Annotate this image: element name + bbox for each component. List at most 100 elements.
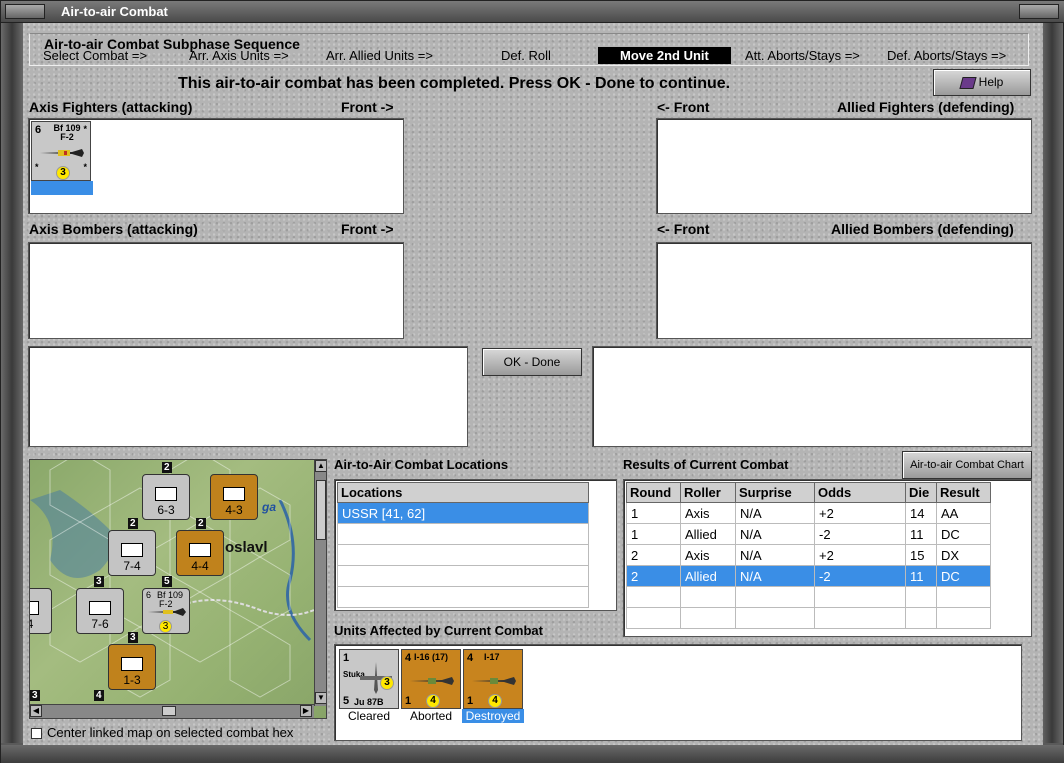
scroll-thumb[interactable] (162, 706, 176, 716)
axis-bombers-label: Axis Bombers (attacking) (29, 221, 198, 237)
axis-fighters-panel[interactable]: 6 Bf 109 F-2 * * 3 * (28, 118, 404, 214)
cell: DX (936, 544, 991, 566)
cell: DC (936, 523, 991, 545)
map-counter[interactable]: 7-6 (76, 588, 124, 634)
fighter-plane-icon (472, 677, 516, 685)
map-counter[interactable]: -4 (30, 588, 52, 634)
cell: AA (936, 502, 991, 524)
col-die: Die (905, 482, 937, 503)
affected-title: Units Affected by Current Combat (334, 623, 543, 638)
cell: 11 (905, 523, 937, 545)
axis-fighter-counter[interactable]: 6 Bf 109 F-2 * * 3 * (31, 121, 91, 181)
affected-unit-counter[interactable]: 1 Stuka 3 5 Ju 87B (339, 649, 399, 709)
locations-panel: Locations USSR [41, 62] (334, 479, 617, 611)
counter-number: 5 (162, 576, 172, 587)
window-control-button[interactable] (1019, 4, 1059, 19)
fighter-plane-icon (40, 149, 84, 157)
map-counter[interactable]: 6-3 (142, 474, 190, 520)
map-vertical-scrollbar[interactable]: ▲ ▼ (314, 460, 326, 706)
affected-status: Cleared (347, 709, 391, 723)
counter-name-block: Bf 109 F-2 (47, 124, 87, 142)
map-air-counter[interactable]: 6 Bf 109 F-2 3 (142, 588, 190, 634)
cell (905, 607, 937, 629)
cell: +2 (814, 502, 906, 524)
results-row-selected[interactable]: 2 Allied N/A -2 11 DC (626, 565, 991, 587)
scroll-thumb[interactable] (316, 480, 326, 540)
cell: N/A (735, 502, 815, 524)
counter-value: 7-6 (91, 617, 109, 631)
cell: N/A (735, 523, 815, 545)
location-row[interactable] (337, 565, 589, 587)
counter-model: Ju 87B (354, 697, 384, 707)
die-badge: 4 (488, 694, 502, 708)
map-counter[interactable]: 7-4 (108, 530, 156, 576)
seq-step-arr-allied: Arr. Allied Units => (326, 48, 433, 63)
center-map-label: Center linked map on selected combat hex (47, 725, 294, 740)
results-panel: Round Roller Surprise Odds Die Result 1A… (623, 479, 1032, 637)
linked-map[interactable]: oslavl ga 6-3 2 4-3 7-4 2 4-4 2 7-6 3 1-… (29, 459, 327, 719)
col-surprise: Surprise (735, 482, 815, 503)
book-icon (959, 76, 977, 89)
scroll-left-icon[interactable]: ◀ (30, 705, 42, 717)
locations-title: Air-to-Air Combat Locations (334, 457, 509, 472)
results-row[interactable] (626, 586, 991, 608)
results-table: Round Roller Surprise Odds Die Result 1A… (626, 482, 991, 629)
scroll-right-icon[interactable]: ▶ (300, 705, 312, 717)
affected-unit-counter[interactable]: 4 I-16 (17) 4 1 (401, 649, 461, 709)
locations-table: Locations USSR [41, 62] (337, 482, 589, 608)
allied-bombers-panel[interactable] (656, 242, 1032, 339)
map-horizontal-scrollbar[interactable]: ◀ ▶ (30, 704, 314, 718)
counter-strength: 6 (35, 124, 42, 136)
window-title: Air-to-air Combat (61, 4, 168, 19)
cell (735, 586, 815, 608)
ok-done-button[interactable]: OK - Done (482, 348, 582, 376)
cell: +2 (814, 544, 906, 566)
help-button[interactable]: Help (933, 69, 1031, 96)
allied-fighters-panel[interactable] (656, 118, 1032, 214)
center-map-checkbox[interactable] (31, 728, 42, 739)
location-row[interactable] (337, 523, 589, 545)
die-badge: 4 (426, 694, 440, 708)
location-row[interactable]: USSR [41, 62] (337, 502, 589, 524)
counter-value: 1-3 (123, 673, 141, 687)
axis-bombers-panel[interactable] (28, 242, 404, 339)
left-frame (1, 23, 23, 743)
title-bar[interactable]: Air-to-air Combat (1, 1, 1064, 23)
counter-strength: 4 (467, 652, 474, 664)
scroll-up-icon[interactable]: ▲ (315, 460, 326, 472)
cell: 11 (905, 565, 937, 587)
star-icon: * (83, 162, 87, 172)
seq-step-def-aborts: Def. Aborts/Stays => (887, 48, 1007, 63)
counter-number: 2 (128, 518, 138, 529)
counter-variant: F-2 (60, 132, 74, 142)
infantry-symbol-icon (121, 657, 143, 671)
affected-unit-counter[interactable]: 4 I-17 4 1 (463, 649, 523, 709)
results-row[interactable]: 1 Axis N/A +2 14 AA (626, 502, 991, 524)
combat-chart-button[interactable]: Air-to-air Combat Chart (902, 451, 1032, 479)
allied-bombers-front: <- Front (657, 221, 710, 237)
cell (905, 586, 937, 608)
map-counter[interactable]: 1-3 (108, 644, 156, 690)
counter-range: 1 (405, 695, 412, 707)
allied-info-panel (592, 346, 1032, 447)
cell (936, 586, 991, 608)
seq-step-select-combat: Select Combat => (43, 48, 148, 63)
seq-step-move-2nd-unit: Move 2nd Unit (598, 47, 731, 64)
cell (814, 607, 906, 629)
system-menu-button[interactable] (5, 4, 45, 19)
scroll-down-icon[interactable]: ▼ (315, 692, 326, 704)
help-label: Help (978, 75, 1004, 89)
results-row[interactable]: 1 Allied N/A -2 11 DC (626, 523, 991, 545)
cell: DC (936, 565, 991, 587)
location-row[interactable] (337, 544, 589, 566)
map-counter[interactable]: 4-3 (210, 474, 258, 520)
results-row[interactable] (626, 607, 991, 629)
map-counter[interactable]: 4-4 (176, 530, 224, 576)
counter-strength: 4 (405, 652, 412, 664)
cell: 2 (626, 565, 681, 587)
dialog-content: Air-to-air Combat Subphase Sequence Sele… (23, 23, 1043, 745)
results-row[interactable]: 2 Axis N/A +2 15 DX (626, 544, 991, 566)
col-result: Result (936, 482, 991, 503)
location-row[interactable] (337, 586, 589, 608)
seq-step-def-roll: Def. Roll (501, 48, 551, 63)
